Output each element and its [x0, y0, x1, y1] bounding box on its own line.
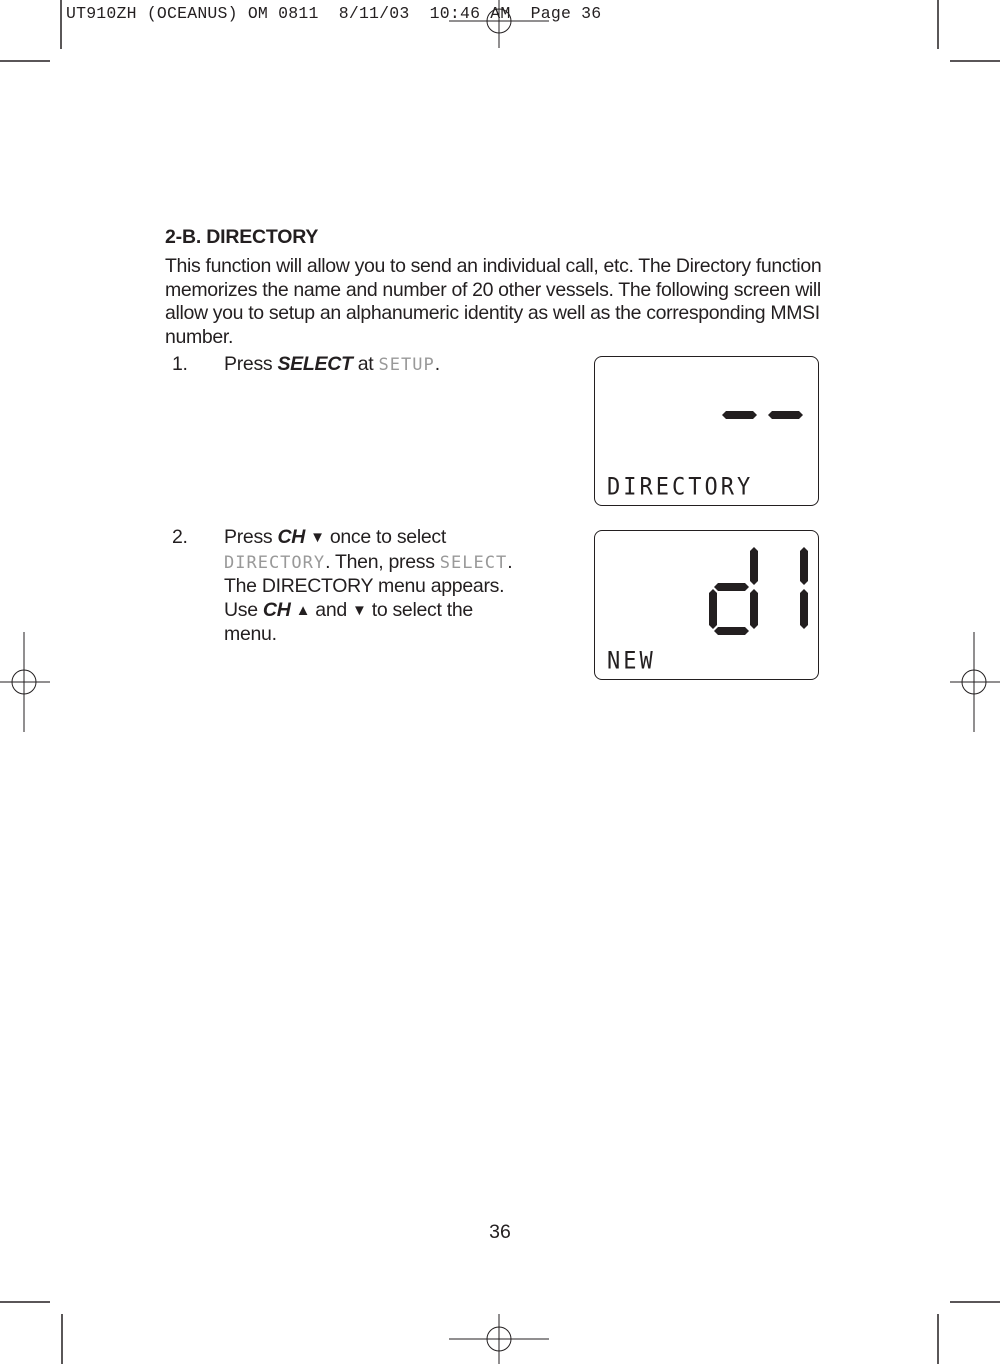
step-text: Press SELECT at SETUP. — [224, 353, 440, 378]
lcd-word: SETUP — [378, 355, 435, 375]
text: Press — [224, 526, 278, 548]
lcd-screen-directory: DIRECTORY — [594, 356, 819, 506]
step-number: 1. — [172, 353, 188, 375]
page-number: 36 — [489, 1221, 511, 1243]
lcd-label: DIRECTORY — [607, 473, 754, 502]
text: menu. — [224, 623, 277, 645]
printer-marks — [0, 0, 1000, 1364]
dash-segment — [768, 411, 803, 419]
dash-segment — [722, 411, 757, 419]
text: . — [507, 550, 513, 573]
registration-mark-right — [950, 632, 1000, 732]
key-name: SELECT — [277, 353, 353, 375]
digit-segment — [750, 547, 758, 585]
lcd-word: DIRECTORY — [224, 552, 326, 573]
key-name: CH — [277, 526, 306, 548]
down-arrow-icon: ▼ — [310, 529, 325, 546]
text: to select the — [366, 598, 474, 621]
digit-segment — [800, 547, 808, 585]
digit-segment — [800, 589, 808, 629]
text: . Then, press — [325, 550, 440, 573]
text: Press — [224, 353, 278, 375]
up-arrow-icon: ▲ — [295, 601, 311, 619]
digit-segment — [714, 627, 749, 635]
step-text: Press CH ▼ once to select DIRECTORY. The… — [224, 526, 513, 647]
down-arrow-icon: ▼ — [352, 601, 367, 619]
section-heading: 2-B. DIRECTORY — [165, 226, 319, 248]
section-intro: This function will allow you to send an … — [165, 255, 822, 348]
text: and — [310, 598, 353, 621]
key-name: CH — [262, 598, 291, 621]
text: at — [352, 353, 379, 375]
step-number: 2. — [172, 526, 188, 548]
text: The DIRECTORY menu appears. — [224, 575, 505, 597]
lcd-label: NEW — [607, 647, 656, 676]
lcd-screen-new: NEW — [594, 530, 819, 680]
step-1: 1. Press SELECT at SETUP. — [172, 353, 592, 377]
text: Use — [224, 598, 263, 621]
text: . — [434, 353, 440, 375]
digit-segment — [750, 589, 758, 629]
registration-mark-bottom — [449, 1314, 549, 1364]
print-slug: UT910ZH (OCEANUS) OM 0811 8/11/03 10:46 … — [66, 4, 602, 23]
step-2: 2. Press CH ▼ once to select DIRECTORY. … — [172, 526, 592, 646]
digit-segment — [714, 583, 749, 591]
text: once to select — [324, 526, 446, 548]
registration-mark-left — [0, 632, 50, 732]
digit-segment — [709, 589, 717, 629]
lcd-word: SELECT — [439, 552, 508, 573]
